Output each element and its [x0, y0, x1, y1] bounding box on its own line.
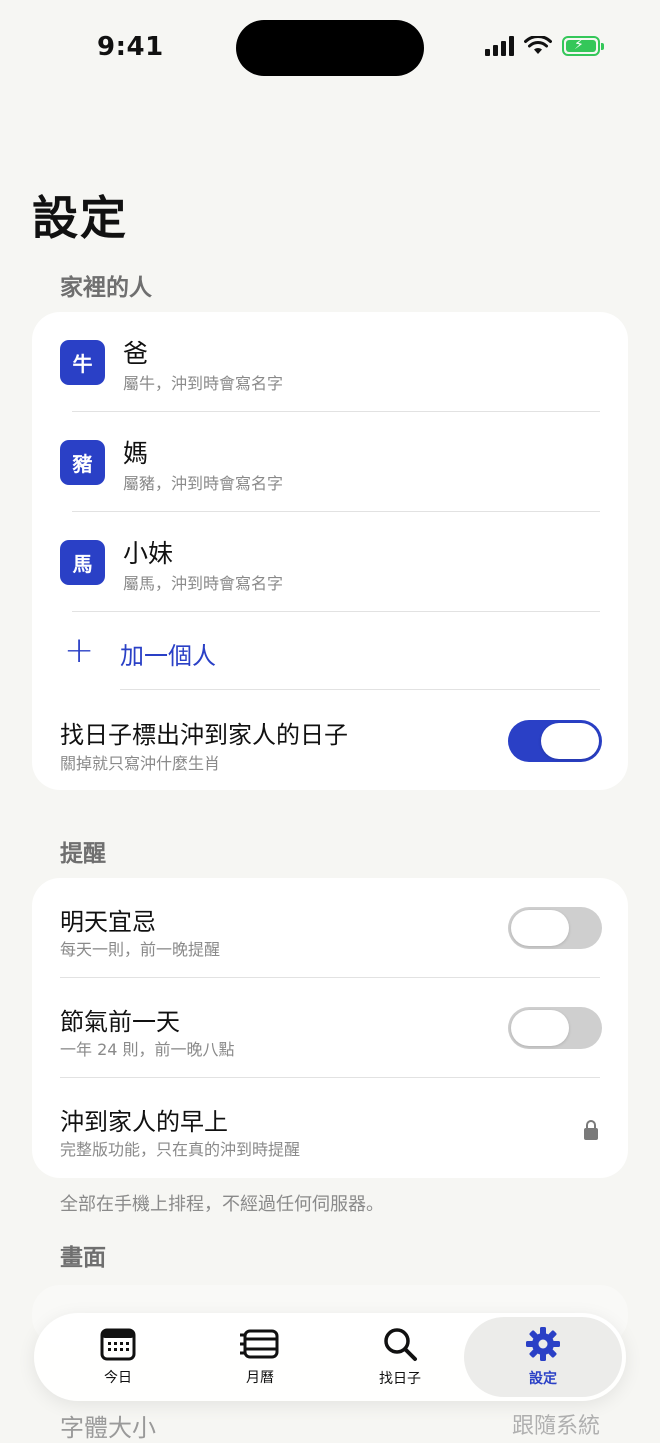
- signal-icon: [485, 36, 514, 56]
- tab-today[interactable]: 今日: [48, 1313, 188, 1401]
- person-subtitle: 屬牛，沖到時會寫名字: [123, 374, 284, 393]
- reminder-title: 節氣前一天: [60, 1008, 180, 1036]
- person-subtitle: 屬豬，沖到時會寫名字: [123, 474, 284, 493]
- solar-term-reminder-toggle[interactable]: [508, 1007, 602, 1049]
- reminder-subtitle: 完整版功能，只在真的沖到時提醒: [60, 1140, 301, 1159]
- tab-label: 設定: [529, 1371, 557, 1387]
- reminder-subtitle: 每天一則，前一晚提醒: [60, 940, 221, 959]
- lock-icon: [584, 1120, 598, 1140]
- status-icons: ⚡: [485, 36, 604, 56]
- daily-reminder-toggle[interactable]: [508, 907, 602, 949]
- section-title-display: 畫面: [60, 1245, 106, 1271]
- person-name: 媽: [123, 439, 149, 468]
- tab-label: 月曆: [246, 1370, 274, 1386]
- calendar-day-icon: [100, 1328, 136, 1361]
- person-row[interactable]: 牛 爸 屬牛，沖到時會寫名字: [32, 312, 628, 412]
- gear-icon: [526, 1327, 560, 1361]
- page-title: 設定: [32, 191, 128, 245]
- family-card: 牛 爸 屬牛，沖到時會寫名字 豬 媽 屬豬，沖到時會寫名字 馬 小妹 屬馬，沖到…: [32, 312, 628, 790]
- tab-label: 找日子: [379, 1371, 421, 1387]
- zodiac-badge: 豬: [60, 440, 105, 485]
- dynamic-island: [236, 20, 424, 76]
- divider: [60, 977, 600, 978]
- person-subtitle: 屬馬，沖到時會寫名字: [123, 574, 284, 593]
- person-name: 小妹: [123, 539, 174, 568]
- status-time: 9:41: [97, 32, 164, 62]
- reminder-title: 沖到家人的早上: [60, 1108, 228, 1136]
- section-title-reminders: 提醒: [60, 841, 106, 867]
- divider: [120, 689, 600, 690]
- tab-label: 今日: [104, 1370, 132, 1386]
- section-title-family: 家裡的人: [60, 275, 152, 301]
- tab-find-day[interactable]: 找日子: [330, 1313, 470, 1401]
- add-person-button[interactable]: + 加一個人: [32, 612, 628, 690]
- search-icon: [384, 1328, 417, 1361]
- font-size-label: 字體大小: [60, 1414, 156, 1442]
- tab-month[interactable]: 月曆: [190, 1313, 330, 1401]
- wifi-icon: [524, 36, 552, 54]
- font-size-value[interactable]: 跟隨系統: [512, 1408, 600, 1440]
- battery-icon: ⚡: [562, 36, 604, 56]
- person-name: 爸: [123, 339, 149, 368]
- reminder-title: 明天宜忌: [60, 908, 156, 936]
- add-person-label: 加一個人: [120, 642, 216, 670]
- person-row[interactable]: 馬 小妹 屬馬，沖到時會寫名字: [32, 512, 628, 612]
- reminder-subtitle: 一年 24 則，前一晚八點: [60, 1040, 235, 1059]
- mark-family-toggle[interactable]: [508, 720, 602, 762]
- month-calendar-icon: [240, 1329, 279, 1359]
- plus-icon: +: [64, 630, 95, 671]
- mark-family-subtitle: 關掉就只寫沖什麼生肖: [60, 754, 221, 773]
- person-row[interactable]: 豬 媽 屬豬，沖到時會寫名字: [32, 412, 628, 512]
- mark-family-title: 找日子標出沖到家人的日子: [60, 721, 348, 749]
- tab-bar: 今日 月曆 找日子 設定: [34, 1313, 626, 1401]
- zodiac-badge: 牛: [60, 340, 105, 385]
- divider: [60, 1077, 600, 1078]
- reminders-footnote: 全部在手機上排程，不經過任何伺服器。: [60, 1194, 384, 1215]
- tab-settings[interactable]: 設定: [464, 1317, 622, 1397]
- zodiac-badge: 馬: [60, 540, 105, 585]
- reminders-card: 明天宜忌 每天一則，前一晚提醒 節氣前一天 一年 24 則，前一晚八點 沖到家人…: [32, 878, 628, 1178]
